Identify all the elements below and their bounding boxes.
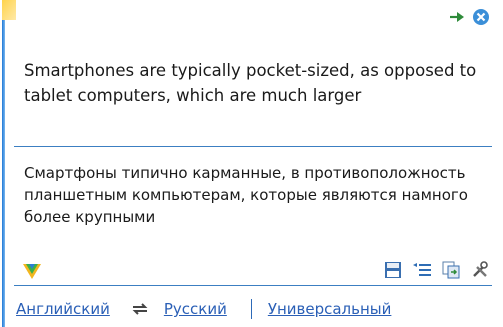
window-edge	[2, 0, 5, 327]
translation-text: Смартфоны типично карманные, в противопо…	[24, 164, 468, 226]
window-corner	[2, 0, 16, 20]
swap-languages-icon[interactable]	[130, 301, 152, 317]
copy-icon[interactable]	[441, 260, 461, 280]
close-icon[interactable]	[472, 8, 490, 26]
translator-popup: Smartphones are typically pocket-sized, …	[2, 0, 500, 327]
pin-icon[interactable]	[448, 8, 466, 26]
language-separator	[250, 299, 252, 319]
target-language-link[interactable]: Русский	[164, 300, 227, 318]
list-icon[interactable]	[412, 260, 432, 280]
tools-icon[interactable]	[470, 260, 490, 280]
dictionary-link[interactable]: Универсальный	[268, 300, 392, 318]
language-bar-divider	[14, 285, 492, 286]
source-language-link[interactable]: Английский	[16, 300, 110, 318]
app-logo-icon[interactable]	[22, 262, 42, 280]
window-controls	[448, 8, 490, 26]
popup-toolbar	[383, 260, 490, 280]
source-text: Smartphones are typically pocket-sized, …	[24, 61, 477, 105]
save-icon[interactable]	[383, 260, 403, 280]
section-divider	[14, 146, 492, 147]
language-bar: Английский Русский Универсальный	[16, 296, 496, 322]
